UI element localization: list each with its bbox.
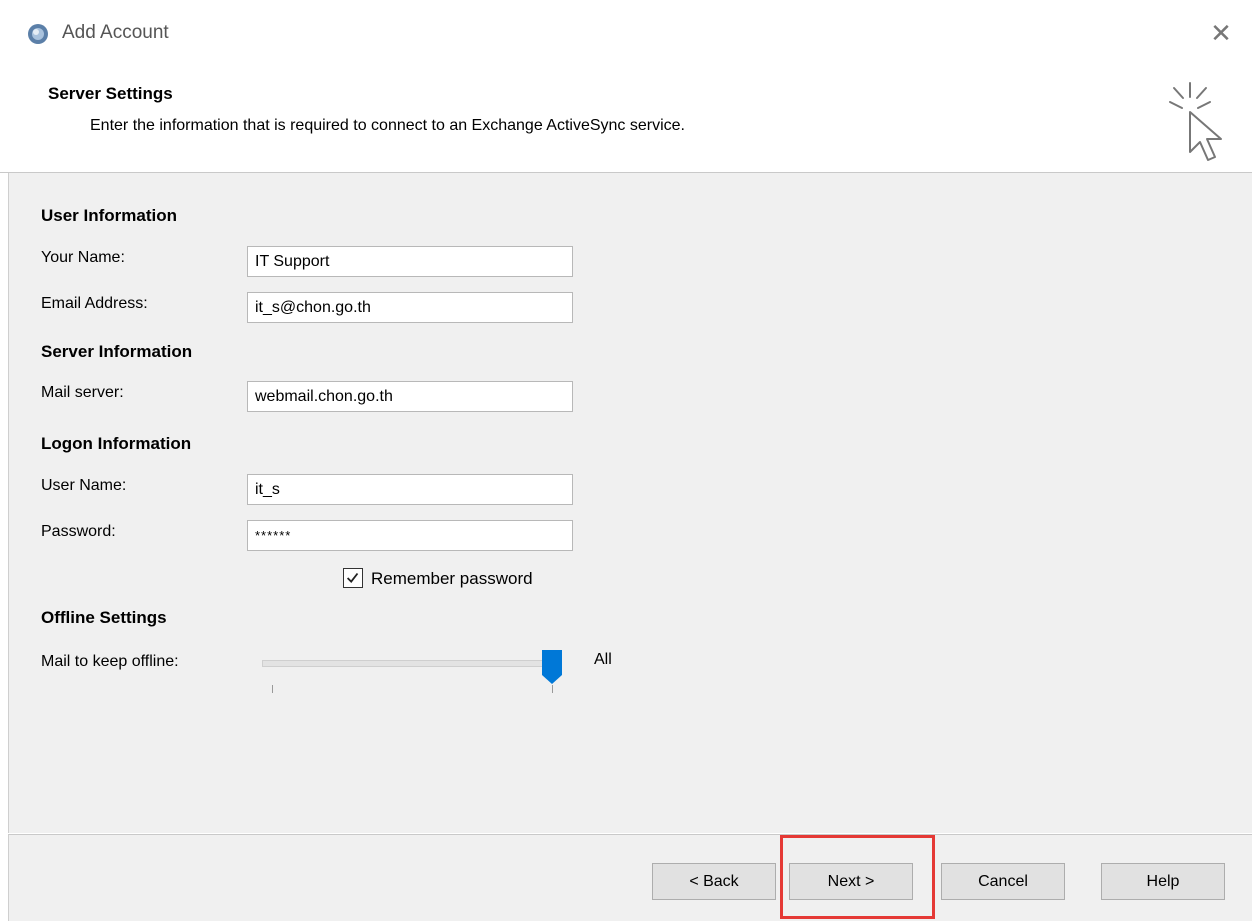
page-subtitle: Enter the information that is required t… — [90, 117, 685, 134]
remember-password-checkbox[interactable] — [343, 568, 363, 588]
header-panel: Server Settings Enter the information th… — [0, 70, 1252, 173]
user-name-input[interactable]: it_s — [247, 474, 573, 505]
section-server-information: Server Information — [41, 342, 193, 361]
cancel-button[interactable]: Cancel — [941, 863, 1065, 900]
offline-slider-track[interactable] — [262, 660, 552, 667]
app-icon — [28, 24, 48, 44]
slider-value-label: All — [594, 651, 612, 668]
settings-form: User Information Your Name: IT Support E… — [8, 173, 1252, 833]
page-title: Server Settings — [48, 84, 173, 103]
mail-to-keep-offline-label: Mail to keep offline: — [41, 653, 179, 670]
mail-server-label: Mail server: — [41, 384, 124, 401]
slider-tick-min — [272, 685, 273, 693]
remember-password-label: Remember password — [371, 569, 533, 588]
your-name-input[interactable]: IT Support — [247, 246, 573, 277]
window-title: Add Account — [62, 22, 169, 43]
mail-server-input[interactable]: webmail.chon.go.th — [247, 381, 573, 412]
cursor-click-icon — [1169, 82, 1222, 161]
section-offline-settings: Offline Settings — [41, 608, 167, 627]
next-button-highlight — [780, 835, 935, 919]
your-name-label: Your Name: — [41, 249, 125, 266]
user-name-label: User Name: — [41, 477, 127, 494]
section-user-information: User Information — [41, 206, 178, 225]
section-logon-information: Logon Information — [41, 434, 192, 453]
slider-tick-max — [552, 685, 553, 693]
help-button[interactable]: Help — [1101, 863, 1225, 900]
title-bar: Add Account ✕ — [0, 0, 1252, 70]
checkmark-icon — [346, 572, 359, 583]
close-icon[interactable]: ✕ — [1206, 18, 1236, 48]
back-button[interactable]: < Back — [652, 863, 776, 900]
button-bar: < Back Next > Cancel Help — [8, 834, 1252, 921]
offline-slider-thumb[interactable] — [541, 649, 563, 685]
email-address-input[interactable]: it_s@chon.go.th — [247, 292, 573, 323]
password-label: Password: — [41, 523, 116, 540]
email-address-label: Email Address: — [41, 295, 148, 312]
password-input[interactable]: ****** — [247, 520, 573, 551]
